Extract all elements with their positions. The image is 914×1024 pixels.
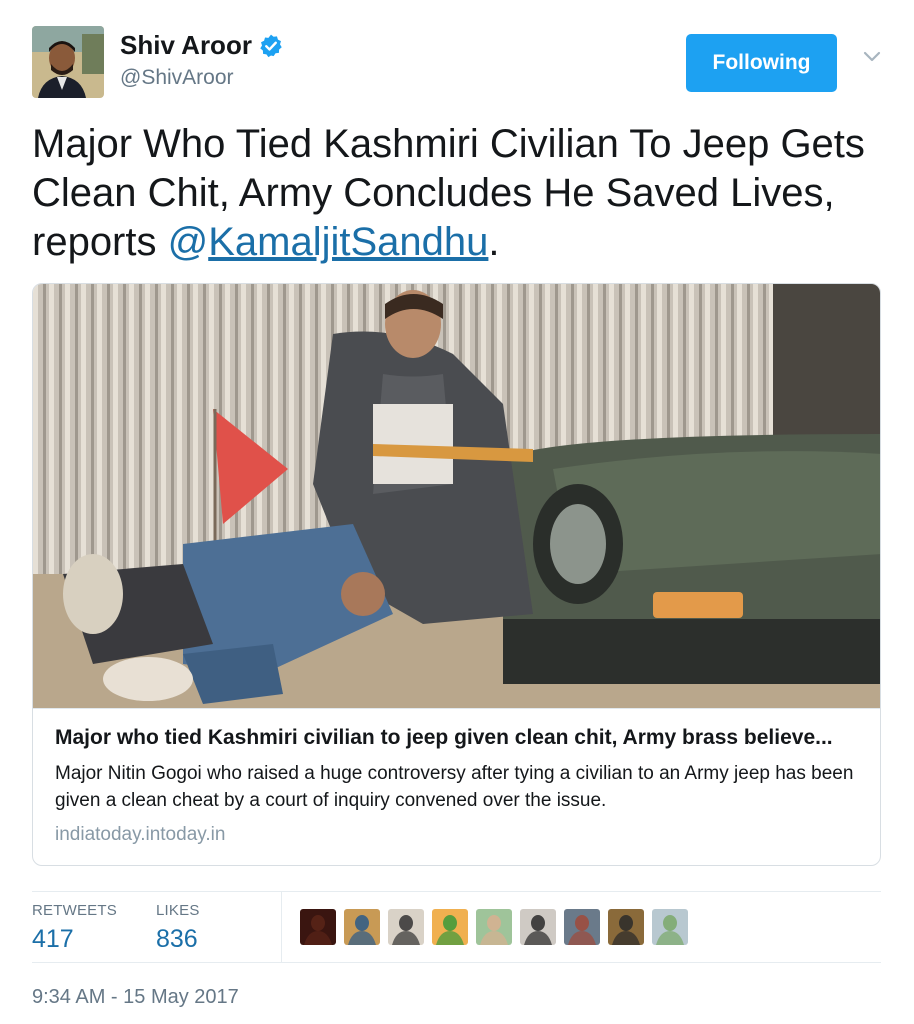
tweet-text-end: . <box>488 220 500 264</box>
liker-avatar[interactable] <box>300 909 336 945</box>
liker-avatar[interactable] <box>476 909 512 945</box>
likes-label: LIKES <box>156 902 200 919</box>
retweets-count[interactable]: 417 <box>32 925 117 954</box>
liker-avatar-image <box>524 915 552 945</box>
display-name[interactable]: Shiv Aroor <box>120 30 252 61</box>
liker-avatar-image <box>568 915 596 945</box>
liker-avatar[interactable] <box>344 909 380 945</box>
user-handle[interactable]: @ShivAroor <box>120 66 234 90</box>
likes-count[interactable]: 836 <box>156 925 200 954</box>
liker-avatar-image <box>436 915 464 945</box>
liker-avatar-image <box>392 915 420 945</box>
card-body: Major who tied Kashmiri civilian to jeep… <box>33 708 880 865</box>
mention-name: KamaljitSandhu <box>208 220 489 264</box>
divider <box>32 891 881 892</box>
tweet-header: Shiv Aroor @ShivAroor Following <box>32 26 882 100</box>
liker-avatar[interactable] <box>608 909 644 945</box>
link-card[interactable]: Major who tied Kashmiri civilian to jeep… <box>32 283 881 866</box>
avatar-image <box>32 26 104 98</box>
avatar[interactable] <box>32 26 104 98</box>
card-domain: indiatoday.intoday.in <box>55 824 226 845</box>
tweet-text: Major Who Tied Kashmiri Civilian To Jeep… <box>32 120 882 267</box>
liker-avatar-image <box>612 915 640 945</box>
liker-avatar[interactable] <box>652 909 688 945</box>
chevron-down-icon[interactable] <box>862 50 882 64</box>
mention-at: @ <box>167 220 209 264</box>
liker-avatar[interactable] <box>520 909 556 945</box>
divider <box>32 962 881 963</box>
liker-avatar-image <box>656 915 684 945</box>
liker-avatar-image <box>304 915 332 945</box>
liker-avatar[interactable] <box>564 909 600 945</box>
card-photo[interactable] <box>33 284 881 708</box>
stats-separator <box>281 891 282 962</box>
liker-avatar-image <box>348 915 376 945</box>
liker-avatar-image <box>480 915 508 945</box>
liker-avatar[interactable] <box>388 909 424 945</box>
card-title[interactable]: Major who tied Kashmiri civilian to jeep… <box>55 726 860 750</box>
following-button[interactable]: Following <box>686 34 837 92</box>
liker-avatars <box>300 909 696 945</box>
retweets-label: RETWEETS <box>32 902 117 919</box>
retweets-stat[interactable]: RETWEETS 417 <box>32 902 117 954</box>
mention-link[interactable]: @KamaljitSandhu <box>168 220 489 264</box>
tweet-timestamp[interactable]: 9:34 AM - 15 May 2017 <box>32 986 239 1009</box>
verified-badge-icon <box>260 34 282 57</box>
likes-stat[interactable]: LIKES 836 <box>156 902 200 954</box>
name-row: Shiv Aroor <box>120 30 284 61</box>
card-description: Major Nitin Gogoi who raised a huge cont… <box>55 763 854 811</box>
liker-avatar[interactable] <box>432 909 468 945</box>
